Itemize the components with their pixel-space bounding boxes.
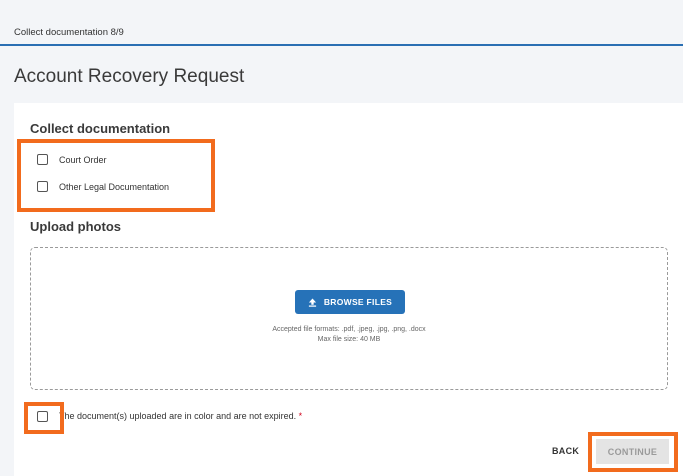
file-dropzone[interactable]: BROWSE FILES Accepted file formats: .pdf…	[30, 247, 668, 390]
accepted-formats-text: Accepted file formats: .pdf, .jpeg, .jpg…	[272, 326, 426, 333]
highlight-box-documentation-options	[17, 139, 215, 212]
back-button[interactable]: BACK	[552, 446, 579, 456]
highlight-box-continue-button	[588, 432, 678, 472]
required-indicator: *	[298, 411, 303, 421]
upload-icon	[308, 297, 316, 307]
confirm-statement: The document(s) uploaded are in color an…	[59, 411, 302, 421]
upload-photos-heading: Upload photos	[30, 219, 121, 234]
confirm-label: The document(s) uploaded are in color an…	[59, 411, 297, 421]
browse-files-button[interactable]: BROWSE FILES	[295, 290, 405, 314]
page-title: Account Recovery Request	[14, 66, 245, 87]
collect-documentation-heading: Collect documentation	[30, 121, 171, 136]
browse-files-label: BROWSE FILES	[323, 297, 393, 307]
highlight-box-confirm-checkbox	[24, 402, 64, 434]
progress-header: Collect documentation 8/9	[0, 0, 683, 46]
step-label: Collect documentation 8/9	[14, 27, 124, 38]
max-file-size-text: Max file size: 40 MB	[317, 336, 381, 343]
